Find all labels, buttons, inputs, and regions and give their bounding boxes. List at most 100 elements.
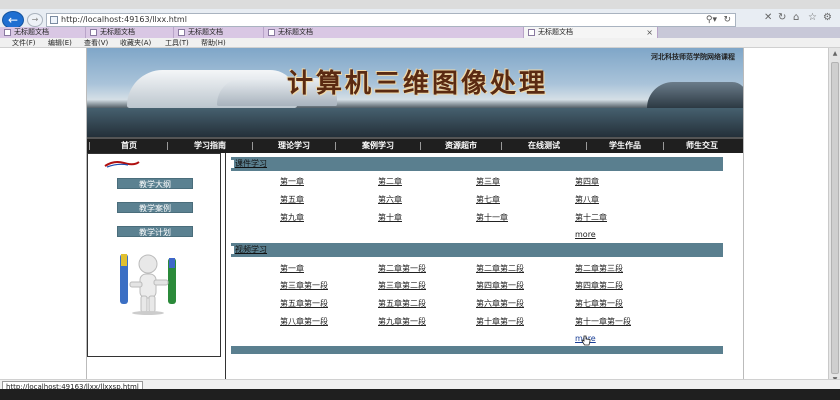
page-icon xyxy=(268,29,275,36)
video-link[interactable]: 第十一章第一段 xyxy=(575,316,631,327)
refresh-icon[interactable]: ↻ xyxy=(723,14,731,26)
tab-4[interactable]: 无标题文档 xyxy=(264,27,524,38)
tab-5[interactable]: 无标题文档 × xyxy=(524,27,658,38)
section-title[interactable]: 视频学习 xyxy=(235,243,267,257)
nav-guide[interactable]: 学习指南 xyxy=(168,139,252,153)
menu-help[interactable]: 帮助(H) xyxy=(201,38,226,48)
courseware-link[interactable]: 第二章 xyxy=(378,176,402,187)
vertical-scrollbar[interactable]: ▲ ▼ xyxy=(828,48,840,386)
teaching-cases-button[interactable]: 教学案例 xyxy=(117,202,193,213)
page-icon xyxy=(90,29,97,36)
tab-label: 无标题文档 xyxy=(538,28,573,36)
courseware-more-link[interactable]: more xyxy=(575,230,596,239)
content-area: 课件学习 第一章 第二章 第三章 第四章 第五章 第六章 第七章 第八章 第九章… xyxy=(225,153,743,383)
menu-bar: 文件(F) 编辑(E) 查看(V) 收藏夹(A) 工具(T) 帮助(H) xyxy=(0,38,840,48)
page-icon xyxy=(178,29,185,36)
courseware-link[interactable]: 第九章 xyxy=(280,212,304,223)
sidebar: 教学大纲 教学案例 教学计划 xyxy=(87,153,221,357)
courseware-link[interactable]: 第七章 xyxy=(476,194,500,205)
browser-window: ← → http://localhost:49163/llxx.html ⚲▾ … xyxy=(0,0,840,400)
close-tab-icon[interactable]: × xyxy=(646,27,653,38)
section-footer-bar xyxy=(231,346,723,354)
favorites-icon[interactable]: ☆ xyxy=(808,12,817,23)
nav-student-works[interactable]: 学生作品 xyxy=(587,139,663,153)
nav-theory[interactable]: 理论学习 xyxy=(253,139,335,153)
tab-label: 无标题文档 xyxy=(278,28,313,36)
section-header-courseware: 课件学习 xyxy=(231,157,723,171)
main-nav: 首页 学习指南 理论学习 案例学习 资源超市 在线测试 学生作品 师生交互 xyxy=(87,137,743,153)
nav-online-test[interactable]: 在线测试 xyxy=(502,139,586,153)
courseware-link[interactable]: 第一章 xyxy=(280,176,304,187)
video-link[interactable]: 第三章第二段 xyxy=(378,280,426,291)
school-name: 河北科技师范学院网络课程 xyxy=(651,53,735,61)
section-marker xyxy=(231,160,234,168)
video-link[interactable]: 第二章第二段 xyxy=(476,263,524,274)
courseware-link[interactable]: 第十章 xyxy=(378,212,402,223)
hand-cursor-icon xyxy=(581,335,591,346)
menu-view[interactable]: 查看(V) xyxy=(84,38,108,48)
home-icon[interactable]: ⌂ xyxy=(793,12,799,23)
page-icon xyxy=(528,29,535,36)
banner: 计算机三维图像处理 河北科技师范学院网络课程 xyxy=(87,48,743,137)
banner-building-image xyxy=(647,82,743,108)
refresh-page-icon[interactable]: ↻ xyxy=(778,12,786,23)
video-link[interactable]: 第三章第一段 xyxy=(280,280,328,291)
video-link[interactable]: 第七章第一段 xyxy=(575,298,623,309)
banner-title: 计算机三维图像处理 xyxy=(287,69,549,99)
section-marker xyxy=(231,246,234,254)
tab-1[interactable]: 无标题文档 xyxy=(0,27,86,38)
video-link[interactable]: 第二章第一段 xyxy=(378,263,426,274)
menu-favorites[interactable]: 收藏夹(A) xyxy=(120,38,151,48)
scroll-up-icon[interactable]: ▲ xyxy=(831,50,839,58)
syllabus-button[interactable]: 教学大纲 xyxy=(117,178,193,189)
url-text: http://localhost:49163/llxx.html xyxy=(61,15,187,24)
tab-3[interactable]: 无标题文档 xyxy=(174,27,264,38)
stop-icon[interactable]: ✕ xyxy=(764,12,772,23)
menu-tools[interactable]: 工具(T) xyxy=(165,38,189,48)
tab-label: 无标题文档 xyxy=(188,28,223,36)
arrow-right-icon: → xyxy=(31,15,39,24)
courseware-link[interactable]: 第三章 xyxy=(476,176,500,187)
nav-divider xyxy=(89,142,90,150)
section-header-video: 视频学习 xyxy=(231,243,723,257)
tab-label: 无标题文档 xyxy=(100,28,135,36)
tab-2[interactable]: 无标题文档 xyxy=(86,27,174,38)
nav-home[interactable]: 首页 xyxy=(91,139,167,153)
section-title[interactable]: 课件学习 xyxy=(235,157,267,171)
courseware-link[interactable]: 第四章 xyxy=(575,176,599,187)
page-icon xyxy=(50,16,58,24)
courseware-link[interactable]: 第八章 xyxy=(575,194,599,205)
video-link[interactable]: 第六章第一段 xyxy=(476,298,524,309)
video-link[interactable]: 第十章第一段 xyxy=(476,316,524,327)
nav-cases[interactable]: 案例学习 xyxy=(336,139,420,153)
video-link[interactable]: 第九章第一段 xyxy=(378,316,426,327)
sidebar-logo-icon xyxy=(104,161,140,168)
teaching-plan-button[interactable]: 教学计划 xyxy=(117,226,193,237)
video-link[interactable]: 第五章第一段 xyxy=(280,298,328,309)
video-link[interactable]: 第八章第一段 xyxy=(280,316,328,327)
courseware-link[interactable]: 第十二章 xyxy=(575,212,607,223)
video-link[interactable]: 第二章第三段 xyxy=(575,263,623,274)
search-icon[interactable]: ⚲▾ xyxy=(706,14,717,26)
menu-file[interactable]: 文件(F) xyxy=(12,38,36,48)
video-link[interactable]: 第四章第一段 xyxy=(476,280,524,291)
courseware-link[interactable]: 第五章 xyxy=(280,194,304,205)
tab-label: 无标题文档 xyxy=(14,28,49,36)
video-link[interactable]: 第四章第二段 xyxy=(575,280,623,291)
menu-edit[interactable]: 编辑(E) xyxy=(48,38,72,48)
tab-strip: 无标题文档 无标题文档 无标题文档 无标题文档 无标题文档 × xyxy=(0,27,840,38)
nav-resources[interactable]: 资源超市 xyxy=(421,139,501,153)
course-site: 计算机三维图像处理 河北科技师范学院网络课程 首页 学习指南 理论学习 案例学习… xyxy=(86,48,744,383)
gear-icon[interactable]: ⚙ xyxy=(823,12,832,23)
nav-interaction[interactable]: 师生交互 xyxy=(664,139,740,153)
taskbar xyxy=(0,389,840,400)
courseware-link[interactable]: 第六章 xyxy=(378,194,402,205)
arrow-left-icon: ← xyxy=(7,13,19,27)
video-link[interactable]: 第一章 xyxy=(280,263,304,274)
page-icon xyxy=(4,29,11,36)
forward-button[interactable]: → xyxy=(27,13,43,27)
scroll-thumb[interactable] xyxy=(831,62,839,374)
video-link[interactable]: 第五章第二段 xyxy=(378,298,426,309)
url-input[interactable]: http://localhost:49163/llxx.html ⚲▾ ↻ xyxy=(46,13,736,27)
courseware-link[interactable]: 第十一章 xyxy=(476,212,508,223)
